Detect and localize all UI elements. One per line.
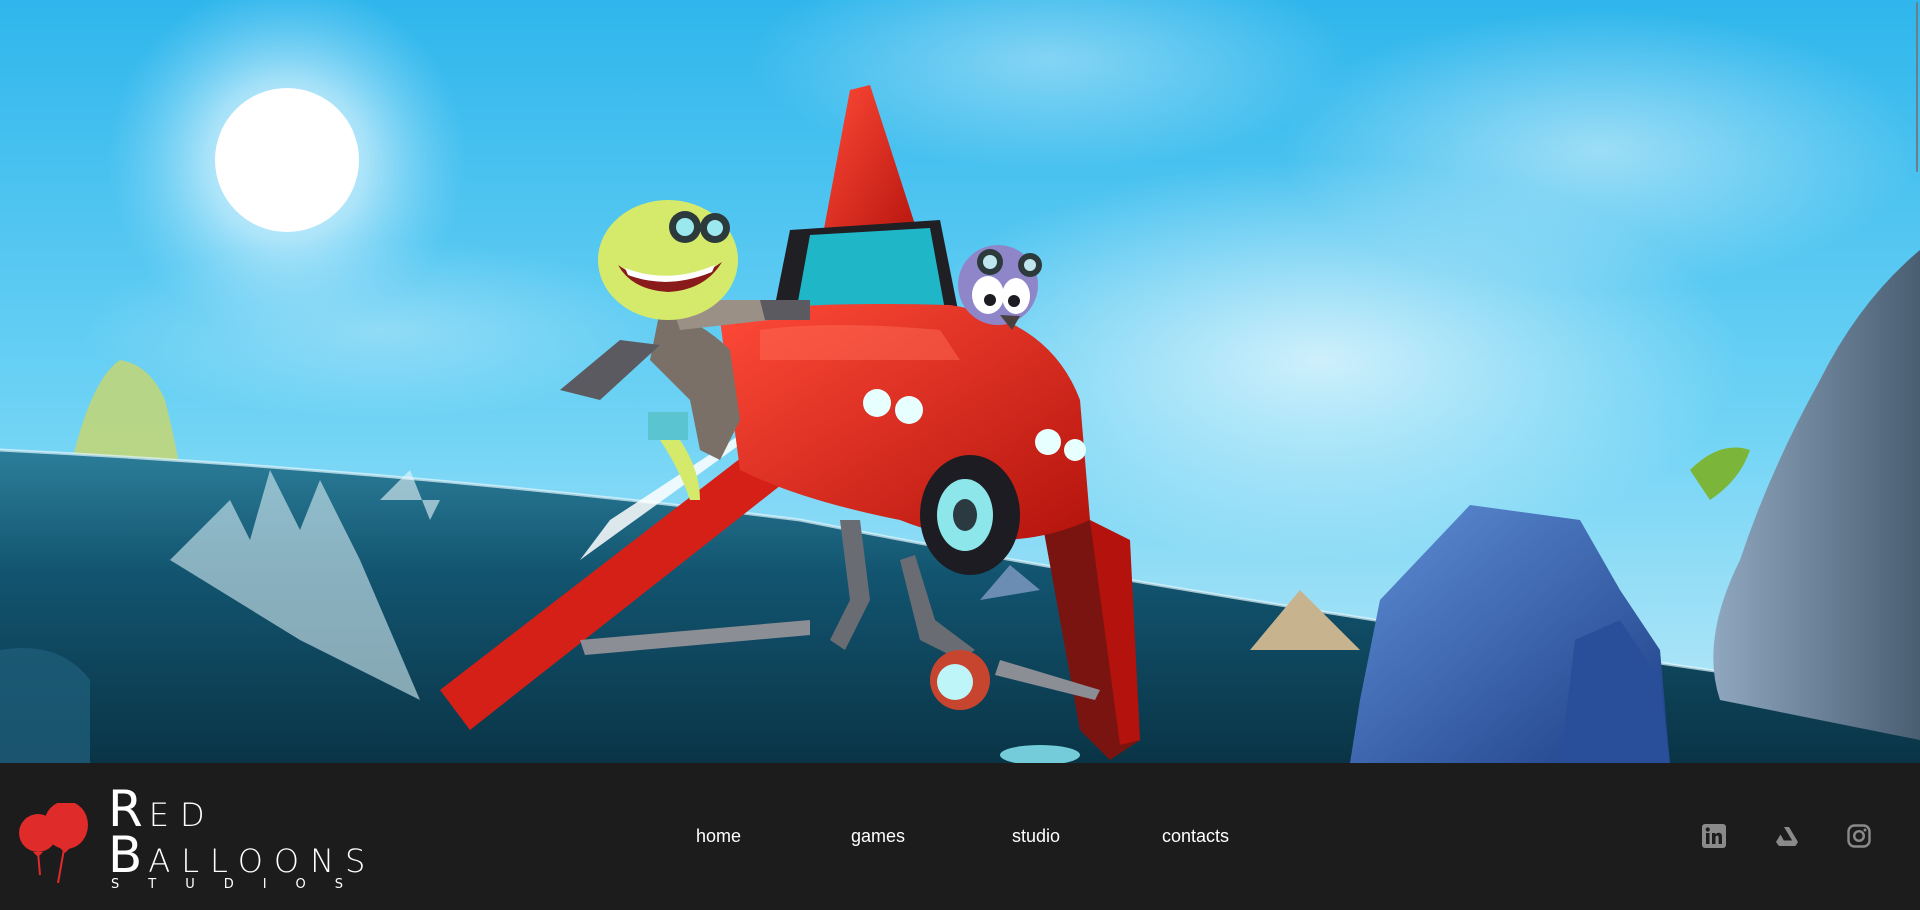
artstation-icon[interactable] bbox=[1774, 823, 1800, 849]
brand-tagline: STUDIOS bbox=[111, 877, 373, 892]
nav-link-contacts[interactable]: contacts bbox=[1162, 826, 1229, 847]
bottom-navigation-bar: RED BALLOONS STUDIOS home games studio c… bbox=[0, 763, 1920, 910]
nav-link-studio[interactable]: studio bbox=[1012, 826, 1060, 847]
instagram-icon[interactable] bbox=[1846, 823, 1872, 849]
nav-link-home[interactable]: home bbox=[696, 826, 741, 847]
hero-banner bbox=[0, 0, 1920, 763]
scrollbar-thumb[interactable] bbox=[1916, 2, 1918, 172]
nav-link-games[interactable]: games bbox=[851, 826, 905, 847]
linkedin-icon[interactable] bbox=[1701, 823, 1727, 849]
main-navigation: home games studio contacts bbox=[0, 826, 1920, 850]
vertical-scrollbar[interactable] bbox=[1914, 0, 1920, 763]
hero-illustration bbox=[0, 0, 1920, 763]
sun bbox=[215, 88, 359, 232]
